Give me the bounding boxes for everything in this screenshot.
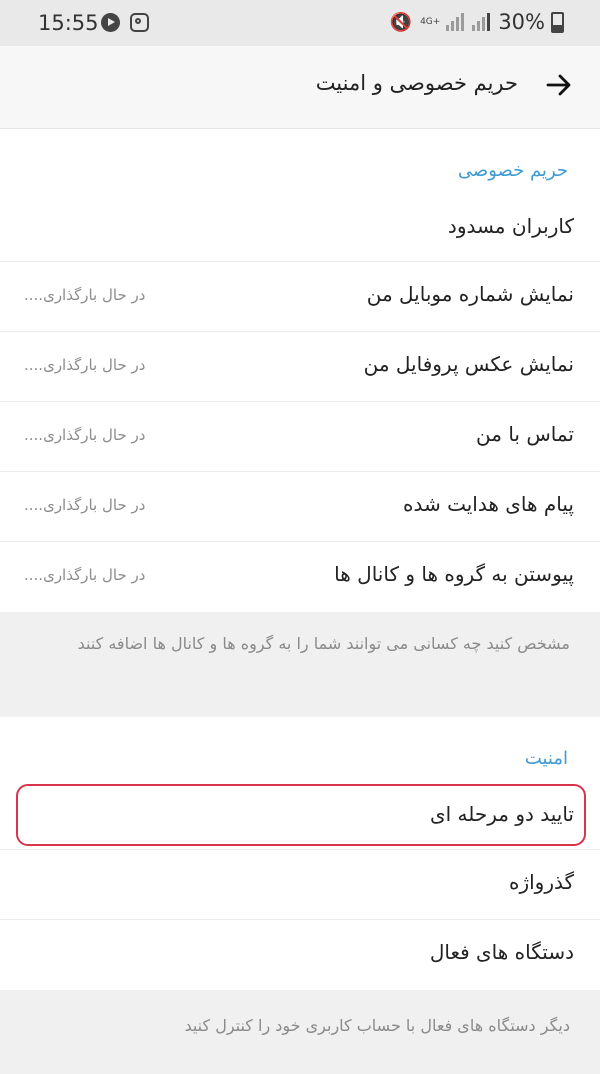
app-bar: حریم خصوصی و امنیت [0,46,600,129]
row-label: کاربران مسدود [447,214,574,238]
row-value: در حال بارگذاری.... [24,356,146,374]
row-value: در حال بارگذاری.... [24,496,146,514]
row-label: نمایش عکس پروفایل من [363,352,574,376]
page-title: حریم خصوصی و امنیت [315,71,518,95]
row-label: گذرواژه [508,870,574,894]
security-section-title: امنیت [524,748,568,769]
forwarded-messages-row[interactable]: پیام های هدایت شده در حال بارگذاری.... [0,472,600,542]
blocked-users-row[interactable]: کاربران مسدود [0,192,600,262]
privacy-footer: مشخص کنید چه کسانی می توانند شما را به گ… [0,612,600,717]
row-label: پیام های هدایت شده [403,492,574,516]
row-value: در حال بارگذاری.... [24,426,146,444]
phone-visibility-row[interactable]: نمایش شماره موبایل من در حال بارگذاری...… [0,262,600,332]
battery-icon [551,11,564,33]
passcode-row[interactable]: گذرواژه [0,850,600,920]
signal-icon-2 [472,13,492,31]
play-icon [101,13,120,32]
profile-photo-visibility-row[interactable]: نمایش عکس پروفایل من در حال بارگذاری.... [0,332,600,402]
row-value: در حال بارگذاری.... [24,286,146,304]
calls-row[interactable]: تماس با من در حال بارگذاری.... [0,402,600,472]
highlight-box [16,784,586,846]
row-label: نمایش شماره موبایل من [366,282,574,306]
instagram-icon [130,13,149,32]
arrow-right-icon[interactable] [544,70,574,100]
privacy-footer-text: مشخص کنید چه کسانی می توانند شما را به گ… [77,634,570,653]
active-sessions-row[interactable]: دستگاه های فعال [0,920,600,990]
network-indicator: 4G+ [420,17,441,27]
mute-icon: 🔇 [389,11,413,33]
status-time: 15:55 [38,11,99,35]
status-bar: 15:55 🔇 4G+ 30% [0,0,600,46]
groups-channels-row[interactable]: پیوستن به گروه ها و کانال ها در حال بارگ… [0,542,600,612]
security-footer-text: دیگر دستگاه های فعال با حساب کاربری خود … [184,1016,570,1035]
row-label: پیوستن به گروه ها و کانال ها [334,562,574,586]
signal-icon [446,13,466,31]
row-value: در حال بارگذاری.... [24,566,146,584]
row-label: تماس با من [476,422,574,446]
security-footer: دیگر دستگاه های فعال با حساب کاربری خود … [0,990,600,1074]
row-label: دستگاه های فعال [429,940,574,964]
battery-percent: 30% [498,10,545,34]
privacy-section-title: حریم خصوصی [457,160,568,181]
